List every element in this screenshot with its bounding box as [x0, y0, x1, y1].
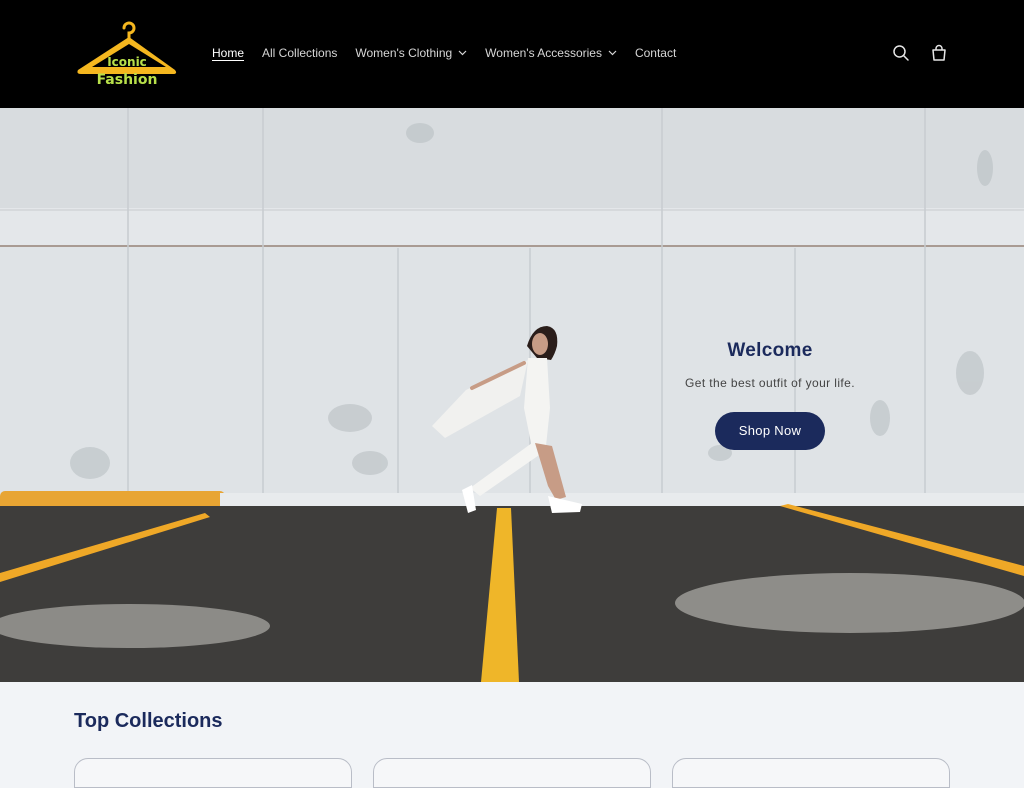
nav-item-label: All Collections — [262, 46, 338, 60]
collection-card[interactable] — [373, 758, 651, 788]
logo[interactable]: Iconic Fashion — [74, 20, 180, 88]
hero-title: Welcome — [727, 340, 813, 361]
hero-banner: Welcome Get the best outfit of your life… — [0, 108, 1024, 682]
collection-card[interactable] — [74, 758, 352, 788]
chevron-down-icon — [608, 50, 617, 56]
chevron-down-icon — [458, 50, 467, 56]
search-icon — [893, 45, 909, 61]
site-header: Iconic Fashion Home All Collections Wome… — [0, 0, 1024, 108]
hanger-logo-icon: Iconic Fashion — [77, 21, 177, 88]
shop-now-button[interactable]: Shop Now — [715, 412, 825, 450]
nav-item-contact[interactable]: Contact — [626, 46, 685, 60]
collection-card[interactable] — [672, 758, 950, 788]
main-nav: Home All Collections Women's Clothing Wo… — [203, 44, 685, 62]
svg-text:Iconic: Iconic — [107, 55, 147, 69]
top-collections-section: Top Collections — [0, 682, 1024, 788]
nav-item-womens-clothing[interactable]: Women's Clothing — [346, 46, 476, 60]
nav-item-home[interactable]: Home — [203, 46, 253, 60]
nav-item-label: Home — [212, 46, 245, 60]
cart-button[interactable] — [928, 42, 950, 64]
hero-subtitle: Get the best outfit of your life. — [685, 376, 855, 390]
cart-icon — [932, 44, 946, 61]
search-button[interactable] — [890, 42, 912, 64]
nav-item-label: Women's Accessories — [485, 46, 602, 60]
section-title: Top Collections — [74, 710, 223, 732]
nav-item-label: Women's Clothing — [355, 46, 453, 60]
hero-content: Welcome Get the best outfit of your life… — [660, 340, 880, 450]
nav-item-womens-accessories[interactable]: Women's Accessories — [476, 46, 626, 60]
nav-item-label: Contact — [634, 46, 677, 60]
header-actions — [890, 42, 950, 64]
svg-text:Fashion: Fashion — [97, 72, 158, 88]
nav-item-all-collections[interactable]: All Collections — [253, 46, 346, 60]
